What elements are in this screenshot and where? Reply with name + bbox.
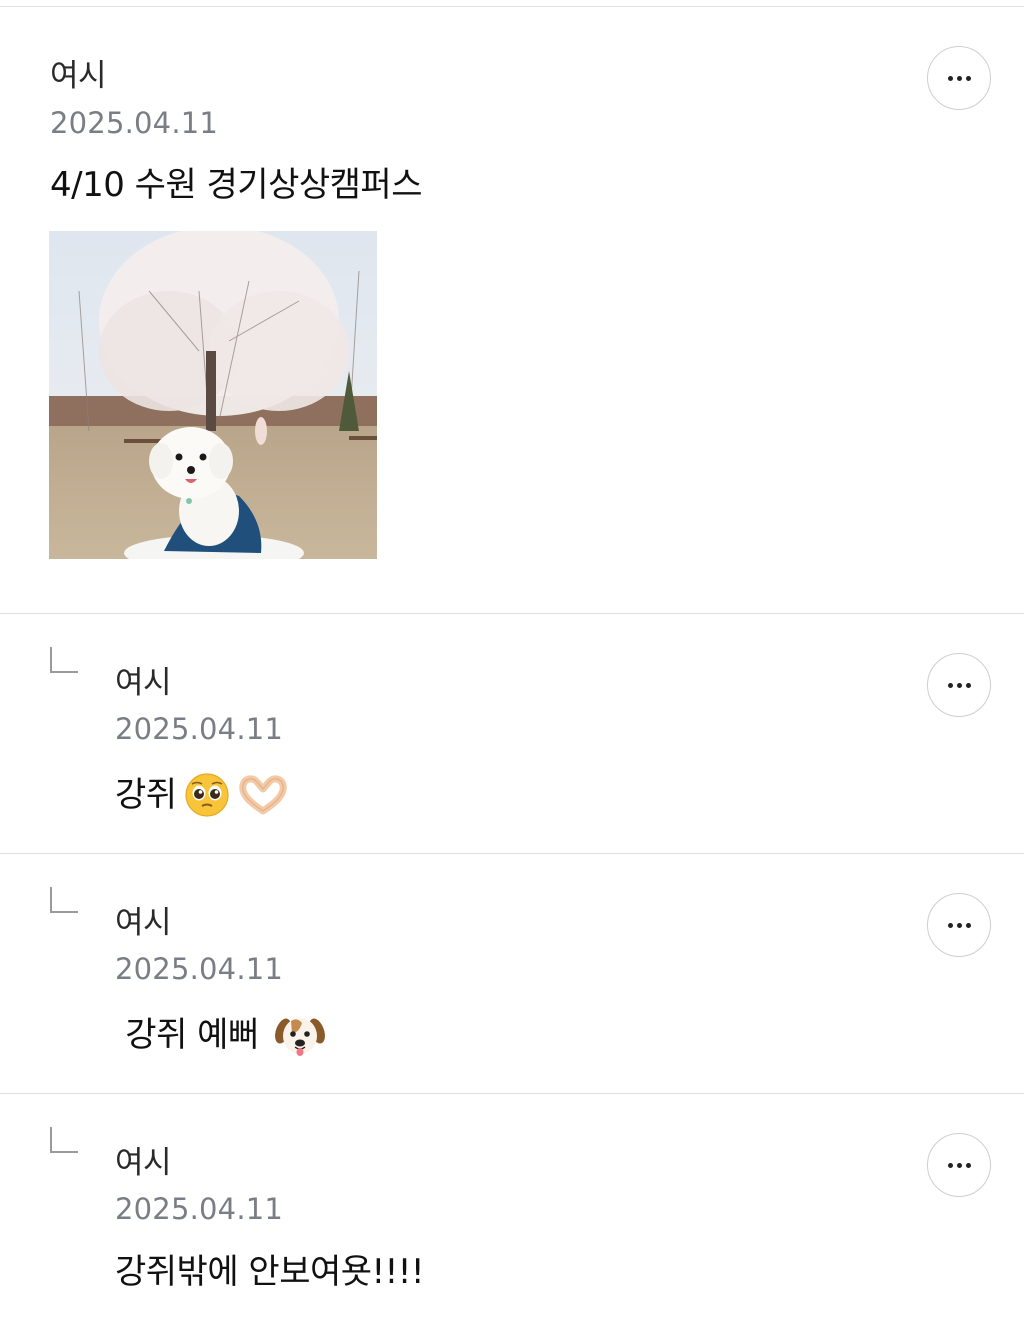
more-options-button[interactable] (927, 653, 991, 717)
reply-comment: 여시 2025.04.11 강쥐 예뻐 (0, 854, 1024, 1094)
dog-photo (49, 231, 377, 559)
reply-comment: 여시 2025.04.11 강쥐 (0, 614, 1024, 854)
comment-date: 2025.04.11 (50, 106, 219, 140)
more-horizontal-icon (947, 922, 971, 928)
reply-text: 강쥐 예뻐 (115, 1015, 270, 1055)
reply-date: 2025.04.11 (115, 712, 284, 746)
reply-text: 강쥐 (115, 775, 177, 815)
comment-content: 4/10 수원 경기상상캠퍼스 (50, 165, 423, 205)
reply-date: 2025.04.11 (115, 1192, 284, 1226)
reply-author: 여시 (115, 665, 172, 701)
comment-author: 여시 (50, 58, 107, 94)
reply-date: 2025.04.11 (115, 952, 284, 986)
reply-comment: 여시 2025.04.11 강쥐밖에 안보여욧!!!! (0, 1094, 1024, 1317)
reply-arrow-icon (50, 647, 78, 673)
pleading-face-emoji (184, 773, 229, 817)
reply-content: 강쥐 (115, 771, 289, 819)
reply-text: 강쥐밖에 안보여욧!!!! (115, 1252, 425, 1292)
reply-author: 여시 (115, 1145, 172, 1181)
more-horizontal-icon (947, 1162, 971, 1168)
reply-arrow-icon (50, 1127, 78, 1153)
more-horizontal-icon (947, 682, 971, 688)
more-horizontal-icon (947, 75, 971, 81)
heart-hands-emoji (238, 775, 287, 815)
attached-photo[interactable] (49, 231, 377, 559)
main-comment: 여시 2025.04.11 4/10 수원 경기상상캠퍼스 (0, 7, 1024, 613)
more-options-button[interactable] (927, 46, 991, 110)
reply-content: 강쥐밖에 안보여욧!!!! (115, 1252, 425, 1292)
comment-thread-page: 여시 2025.04.11 4/10 수원 경기상상캠퍼스 여시 2025.04… (0, 0, 1024, 1317)
more-options-button[interactable] (927, 893, 991, 957)
reply-arrow-icon (50, 887, 78, 913)
reply-author: 여시 (115, 905, 172, 941)
more-options-button[interactable] (927, 1133, 991, 1197)
dog-face-emoji (275, 1018, 325, 1056)
reply-content: 강쥐 예뻐 (115, 1011, 325, 1059)
